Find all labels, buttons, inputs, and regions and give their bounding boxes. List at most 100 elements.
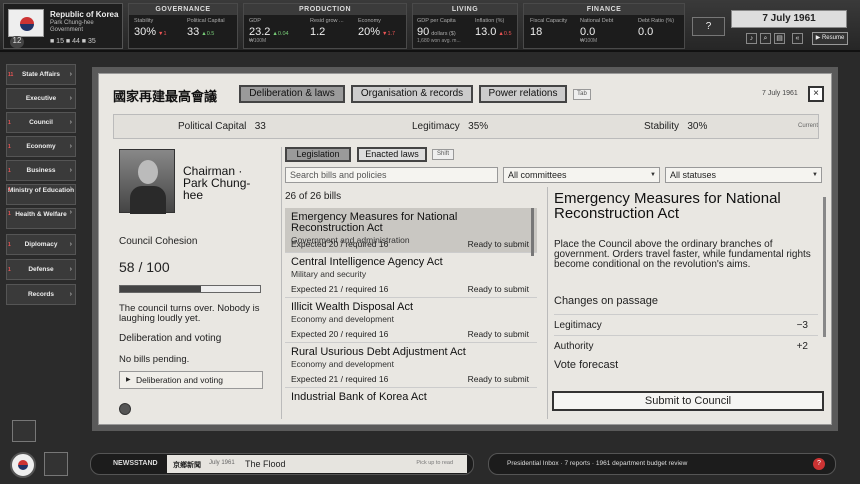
economy-label: Economy [358, 18, 381, 24]
music-icon[interactable]: ♪ [746, 33, 757, 44]
sidebar-item-diplomacy[interactable]: 1 Diplomacy › [6, 234, 76, 255]
close-button[interactable]: × [808, 86, 824, 102]
chairman-panel: Chairman · Park Chung-hee Council Cohesi… [113, 147, 273, 419]
bill-detail-panel: Emergency Measures for National Reconstr… [547, 187, 826, 419]
finance-panel[interactable]: FINANCE Fiscal Capacity 18 National Debt… [523, 3, 685, 49]
stability-label: Stability [134, 18, 154, 24]
newspaper-name: 京鄉新聞 [173, 462, 201, 469]
gdp-label: GDP [249, 18, 261, 24]
sidebar-item-defense[interactable]: 1 Defense › [6, 259, 76, 280]
no-bills-text: No bills pending. [119, 354, 190, 365]
stability-value: 30% ▼1 [134, 26, 167, 38]
dialog-title: 國家再建最高會議 [113, 89, 218, 104]
cohesion-note: The council turns over. Nobody is laughi… [119, 303, 260, 324]
subtab-enacted-laws[interactable]: Enacted laws [357, 147, 427, 162]
gear-icon[interactable] [119, 403, 131, 415]
newsstand[interactable]: NEWSSTAND 京鄉新聞 July 1961 The Flood Pick … [90, 453, 474, 475]
bill-list-scrollbar[interactable] [531, 208, 534, 256]
top-bar: 12 Republic of Korea Park Chung-hee Gover… [0, 0, 860, 52]
sidebar-item-executive[interactable]: Executive › [6, 88, 76, 109]
tab-power-relations[interactable]: Power relations [479, 85, 567, 103]
status-filter[interactable]: All statuses [665, 167, 822, 183]
bill-list[interactable]: Emergency Measures for National Reconstr… [285, 208, 537, 414]
bill-item[interactable]: Rural Usurious Debt Adjustment Act Econo… [285, 343, 537, 388]
game-date: 7 July 1961 [731, 10, 847, 28]
search-input[interactable]: Search bills and policies [285, 167, 498, 183]
bill-item[interactable]: Central Intelligence Agency Act Military… [285, 253, 537, 298]
production-header: PRODUCTION [244, 4, 406, 15]
bottom-bar: NEWSSTAND 京鄉新聞 July 1961 The Flood Pick … [84, 447, 860, 484]
bill-item[interactable]: Industrial Bank of Korea Act [285, 388, 537, 414]
committee-filter[interactable]: All committees [503, 167, 660, 183]
tab-hotkey-hint: Tab [573, 89, 591, 100]
national-debt-label: National Debt [580, 18, 614, 24]
debt-ratio-label: Debt Ratio (%) [638, 18, 675, 24]
submit-to-council-button[interactable]: Submit to Council [552, 391, 824, 411]
tab-deliberation-laws[interactable]: Deliberation & laws [239, 85, 345, 103]
sidebar-item-council[interactable]: 1 Council › [6, 112, 76, 133]
subtab-legislation[interactable]: Legislation [285, 147, 351, 162]
resume-button[interactable]: ▶ Resume [812, 32, 848, 45]
newspaper-pickup: Pick up to read [416, 460, 453, 466]
vote-forecast-label: Vote forecast [554, 359, 619, 371]
debt-ratio-value: 0.0 [638, 26, 654, 38]
national-debt-value: 0.0 [580, 26, 596, 38]
national-debt-unit: ₩100M [580, 38, 598, 44]
presidential-inbox[interactable]: Presidential Inbox · 7 reports · 1961 de… [488, 453, 836, 475]
country-card[interactable]: 12 Republic of Korea Park Chung-hee Gover… [3, 3, 123, 49]
bill-count: 26 of 26 bills [285, 191, 342, 202]
political-capital-label: Political Capital [187, 18, 225, 24]
bill-detail-description: Place the Council above the ordinary bra… [554, 239, 811, 270]
stat-legitimacy: Legitimacy 35% [412, 121, 489, 132]
save-icon[interactable]: ▤ [774, 33, 785, 44]
stat-political-capital: Political Capital 33 [178, 121, 266, 132]
tab-organisation-records[interactable]: Organisation & records [351, 85, 473, 103]
chairman-portrait [119, 149, 175, 214]
production-panel[interactable]: PRODUCTION GDP 23.2 ▲0.04 ₩100M Resid gro… [243, 3, 407, 49]
changes-label: Changes on passage [554, 295, 658, 307]
sidebar-item-education[interactable]: 1 Ministry of Education › [6, 184, 76, 205]
newspaper[interactable]: 京鄉新聞 July 1961 The Flood Pick up to read [167, 455, 467, 473]
gdp-per-capita-label: GDP per Capita [417, 18, 456, 24]
bill-item[interactable]: Illicit Wealth Disposal Act Economy and … [285, 298, 537, 343]
economy-value: 20% ▼1.7 [358, 26, 396, 38]
sidebar-item-business[interactable]: 1 Business › [6, 160, 76, 181]
fiscal-capacity-label: Fiscal Capacity [530, 18, 568, 24]
speed-icon[interactable]: « [792, 33, 803, 44]
detail-scrollbar[interactable] [823, 197, 826, 337]
cohesion-value: 58 / 100 [119, 259, 170, 275]
nation-flag-icon[interactable] [10, 452, 36, 478]
resid-label: Resid grow ... [310, 18, 344, 24]
change-row-authority: Authority +2 [554, 335, 818, 356]
help-button[interactable]: ? [692, 17, 725, 36]
document-icon[interactable] [12, 420, 36, 442]
newspaper-headline: The Flood [245, 459, 286, 469]
cohesion-bar-fill [120, 286, 202, 292]
governance-panel[interactable]: GOVERNANCE Stability 30% ▼1 Political Cap… [128, 3, 238, 49]
inbox-alert-icon[interactable]: ? [813, 458, 825, 470]
sidebar-item-economy[interactable]: 1 Economy › [6, 136, 76, 157]
legislation-panel: Legislation Enacted laws Shift Search bi… [281, 147, 660, 419]
search-icon[interactable]: ⌕ [760, 33, 771, 44]
political-capital-value: 33 ▲0.5 [187, 26, 215, 38]
bill-detail-title: Emergency Measures for National Reconstr… [554, 190, 781, 222]
sidebar-item-state-affairs[interactable]: 11 State Affairs › [6, 64, 76, 85]
sidebar-item-records[interactable]: Records › [6, 284, 76, 305]
newsstand-label: NEWSSTAND [113, 460, 158, 467]
dialog-date: 7 July 1961 [762, 90, 798, 97]
living-panel[interactable]: LIVING GDP per Capita 90 dollars ($) 1,68… [412, 3, 518, 49]
cohesion-label: Council Cohesion [119, 236, 198, 247]
map-icon[interactable] [44, 452, 68, 476]
country-name: Republic of Korea [50, 10, 119, 19]
sidebar-item-health-welfare[interactable]: 1 Health & Welfare › [6, 208, 76, 229]
country-leader: Park Chung-hee Government [50, 20, 94, 33]
inflation-label: Inflation (%) [475, 18, 505, 24]
bill-item[interactable]: Emergency Measures for National Reconstr… [285, 208, 537, 253]
gdp-per-capita-sub: 1,680 won avg. m... [417, 38, 461, 44]
cohesion-bar [119, 285, 261, 293]
stats-strip: Political Capital 33 Legitimacy 35% Stab… [113, 114, 819, 139]
gdp-per-capita-value: 90 dollars ($) [417, 26, 456, 38]
deliberation-button[interactable]: Deliberation and voting [119, 371, 263, 389]
finance-header: FINANCE [524, 4, 684, 15]
council-dialog: 國家再建最高會議 Deliberation & laws Organisatio… [98, 73, 832, 425]
